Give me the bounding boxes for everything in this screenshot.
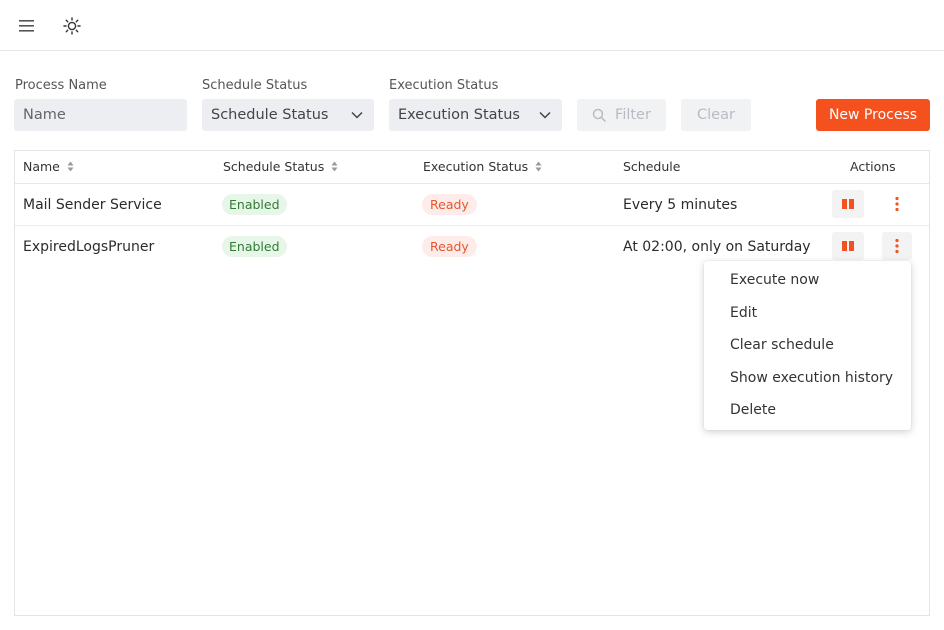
column-header-schedule: Schedule	[623, 159, 680, 174]
schedule-status-value: Schedule Status	[211, 107, 329, 123]
menu-item-delete[interactable]: Delete	[704, 394, 911, 427]
pause-icon	[842, 241, 854, 251]
process-name-cell: ExpiredLogsPruner	[23, 239, 155, 255]
sort-icon	[67, 161, 74, 172]
process-name-field[interactable]	[14, 99, 187, 131]
schedule-status-badge: Enabled	[222, 194, 287, 215]
schedule-cell: Every 5 minutes	[623, 197, 738, 213]
clear-button[interactable]: Clear	[681, 99, 751, 131]
more-actions-button[interactable]	[882, 190, 912, 218]
sun-icon[interactable]	[61, 15, 83, 37]
search-icon	[592, 108, 607, 122]
new-process-button-label: New Process	[828, 107, 918, 123]
filter-button-label: Filter	[615, 107, 651, 123]
filter-button[interactable]: Filter	[577, 99, 666, 131]
menu-item-show-execution-history[interactable]: Show execution history	[704, 362, 911, 395]
vertical-dots-icon	[895, 196, 899, 212]
column-header-label: Schedule	[623, 159, 681, 174]
column-header-execution-status[interactable]: Execution Status	[423, 159, 542, 174]
schedule-status-label: Schedule Status	[202, 78, 308, 93]
table-row[interactable]: Mail Sender Service Enabled Ready Every …	[15, 184, 929, 226]
menu-item-execute-now[interactable]: Execute now	[704, 264, 911, 297]
more-actions-button[interactable]	[882, 232, 912, 260]
chevron-down-icon	[539, 111, 551, 119]
column-header-label: Schedule Status	[223, 159, 325, 174]
top-bar	[0, 0, 944, 51]
process-name-input[interactable]	[23, 107, 187, 123]
pause-icon	[842, 199, 854, 209]
new-process-button[interactable]: New Process	[816, 99, 930, 131]
execution-status-badge: Ready	[422, 236, 477, 257]
menu-item-clear-schedule[interactable]: Clear schedule	[704, 329, 911, 362]
sort-icon	[331, 161, 338, 172]
pause-button[interactable]	[832, 232, 864, 260]
row-actions-menu: Execute now Edit Clear schedule Show exe…	[704, 261, 911, 430]
schedule-cell: At 02:00, only on Saturday	[623, 239, 811, 255]
execution-status-value: Execution Status	[398, 107, 520, 123]
process-name-cell: Mail Sender Service	[23, 197, 162, 213]
execution-status-label: Execution Status	[389, 78, 499, 93]
schedule-status-select[interactable]: Schedule Status	[202, 99, 374, 131]
schedule-status-badge: Enabled	[222, 236, 287, 257]
execution-status-badge: Ready	[422, 194, 477, 215]
pause-button[interactable]	[832, 190, 864, 218]
vertical-dots-icon	[895, 238, 899, 254]
chevron-down-icon	[351, 111, 363, 119]
hamburger-icon[interactable]	[17, 16, 37, 36]
column-header-name[interactable]: Name	[23, 159, 74, 174]
menu-item-edit[interactable]: Edit	[704, 297, 911, 330]
column-header-schedule-status[interactable]: Schedule Status	[223, 159, 338, 174]
column-header-label: Actions	[850, 159, 896, 174]
execution-status-select[interactable]: Execution Status	[389, 99, 562, 131]
table-header: Name Schedule Status Execution Status Sc…	[15, 151, 929, 184]
column-header-label: Execution Status	[423, 159, 529, 174]
clear-button-label: Clear	[697, 107, 735, 123]
sort-icon	[535, 161, 542, 172]
column-header-label: Name	[23, 159, 60, 174]
column-header-actions: Actions	[850, 159, 896, 174]
process-name-label: Process Name	[15, 78, 107, 93]
